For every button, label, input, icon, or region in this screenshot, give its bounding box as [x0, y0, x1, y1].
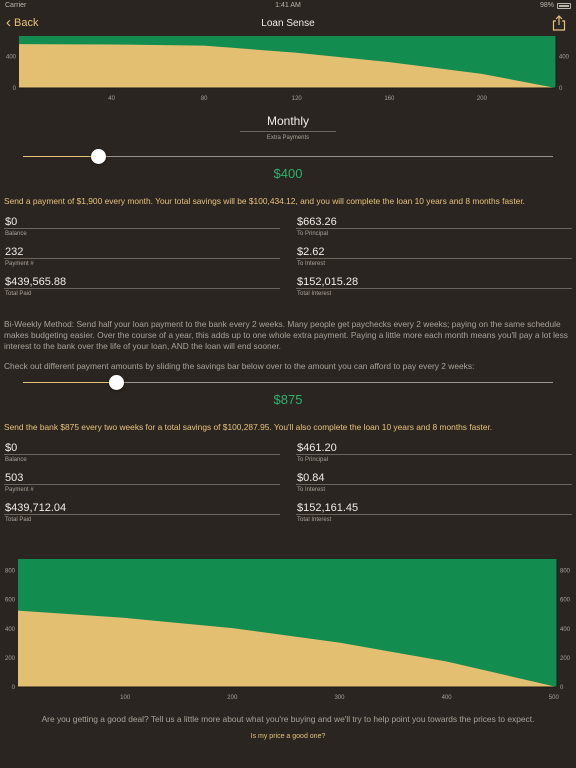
to-interest-label: To Interest [297, 487, 326, 493]
y-tick-label: 200 [5, 656, 16, 662]
biweekly-total-paid-field: $439,712.04 Total Paid [4, 501, 280, 523]
y-tick-label-right: 200 [560, 656, 571, 662]
status-bar: Carrier 1:41 AM 98% [0, 0, 576, 12]
y-tick-label-right: 0 [559, 86, 563, 92]
biweekly-payment-number-field: 503 Payment # [4, 471, 280, 493]
payment-number-value: 232 [4, 245, 280, 259]
y-tick-label: 400 [6, 55, 17, 61]
x-tick-label: 200 [227, 695, 238, 701]
total-paid-label: Total Paid [5, 291, 32, 297]
y-tick-label-right: 400 [559, 55, 570, 61]
slider-thumb[interactable] [109, 375, 125, 390]
payment-number-value: 503 [4, 471, 280, 485]
biweekly-amount: $875 [273, 392, 303, 407]
x-tick-label: 400 [442, 695, 453, 701]
y-tick-label: 400 [5, 627, 16, 633]
monthly-summary: Send a payment of $1,900 every month. Yo… [4, 196, 525, 206]
to-interest-label: To Interest [297, 261, 326, 267]
monthly-balance-field: $0 Balance [4, 215, 280, 237]
total-paid-value: $439,565.88 [4, 275, 280, 289]
slider-thumb[interactable] [91, 149, 107, 164]
x-tick-label: 120 [292, 96, 303, 102]
x-tick-label: 500 [549, 695, 560, 701]
y-tick-label-right: 0 [560, 685, 564, 691]
payment-number-label: Payment # [5, 261, 34, 267]
slider-track-fill [23, 156, 99, 157]
biweekly-prompt: Check out different payment amounts by s… [4, 361, 475, 371]
monthly-amortization-chart: 0 0 400 400 40 80 120 160 200 [6, 36, 570, 102]
total-interest-value: $152,015.28 [296, 275, 572, 289]
biweekly-total-interest-field: $152,161.45 Total Interest [296, 501, 572, 523]
x-tick-label: 80 [201, 96, 208, 102]
balance-value: $0 [4, 441, 280, 455]
y-tick-label-right: 800 [560, 569, 571, 575]
total-paid-value: $439,712.04 [4, 501, 280, 515]
navigation-bar: ‹ Back Loan Sense [0, 12, 576, 36]
to-principal-label: To Principal [297, 457, 329, 463]
x-tick-label: 200 [477, 96, 488, 102]
price-check-link[interactable]: Is my price a good one? [0, 733, 576, 740]
battery-icon [557, 3, 571, 9]
total-interest-label: Total Interest [297, 291, 332, 297]
total-interest-value: $152,161.45 [296, 501, 572, 515]
monthly-total-paid-field: $439,565.88 Total Paid [4, 275, 280, 297]
y-tick-label: 0 [12, 685, 16, 691]
biweekly-explanation: Bi-Weekly Method: Send half your loan pa… [4, 319, 568, 351]
to-principal-value: $461.20 [296, 441, 572, 455]
y-tick-label-right: 600 [560, 598, 571, 604]
total-interest-label: Total Interest [297, 517, 332, 523]
share-icon[interactable] [552, 15, 566, 31]
battery-percent: 98% [539, 2, 554, 9]
to-principal-value: $663.26 [296, 215, 572, 229]
page-title: Loan Sense [261, 18, 315, 29]
y-tick-label-right: 400 [560, 627, 571, 633]
biweekly-to-principal-field: $461.20 To Principal [296, 441, 572, 463]
monthly-extra-payment-slider[interactable] [23, 149, 553, 165]
good-deal-question: Are you getting a good deal? Tell us a l… [41, 714, 535, 724]
balance-label: Balance [5, 457, 27, 463]
y-tick-label: 0 [13, 86, 17, 92]
x-tick-label: 300 [334, 695, 345, 701]
biweekly-to-interest-field: $0.84 To Interest [296, 471, 572, 493]
monthly-to-interest-field: $2.62 To Interest [296, 245, 572, 267]
payment-number-label: Payment # [5, 487, 34, 493]
balance-label: Balance [5, 231, 27, 237]
y-tick-label: 800 [5, 569, 16, 575]
to-principal-label: To Principal [297, 231, 329, 237]
to-interest-value: $2.62 [296, 245, 572, 259]
biweekly-amortization-chart: 0 0 200 200 400 400 600 600 800 800 100 200 300 400 50… [5, 559, 571, 701]
clock: 1:41 AM [275, 2, 301, 9]
biweekly-payment-slider[interactable] [23, 375, 553, 391]
total-paid-label: Total Paid [5, 517, 32, 523]
biweekly-balance-field: $0 Balance [4, 441, 280, 463]
monthly-to-principal-field: $663.26 To Principal [296, 215, 572, 237]
to-interest-value: $0.84 [296, 471, 572, 485]
payment-frequency-selector[interactable]: Monthly [240, 114, 336, 132]
biweekly-summary: Send the bank $875 every two weeks for a… [4, 422, 493, 432]
extra-payments-label: Extra Payments [266, 135, 310, 141]
slider-track-fill [23, 382, 117, 383]
x-tick-label: 40 [108, 96, 115, 102]
x-tick-label: 100 [120, 695, 131, 701]
x-tick-label: 160 [384, 96, 395, 102]
y-tick-label: 600 [5, 598, 16, 604]
monthly-payment-number-field: 232 Payment # [4, 245, 280, 267]
monthly-extra-amount: $400 [273, 166, 303, 181]
balance-value: $0 [4, 215, 280, 229]
monthly-total-interest-field: $152,015.28 Total Interest [296, 275, 572, 297]
